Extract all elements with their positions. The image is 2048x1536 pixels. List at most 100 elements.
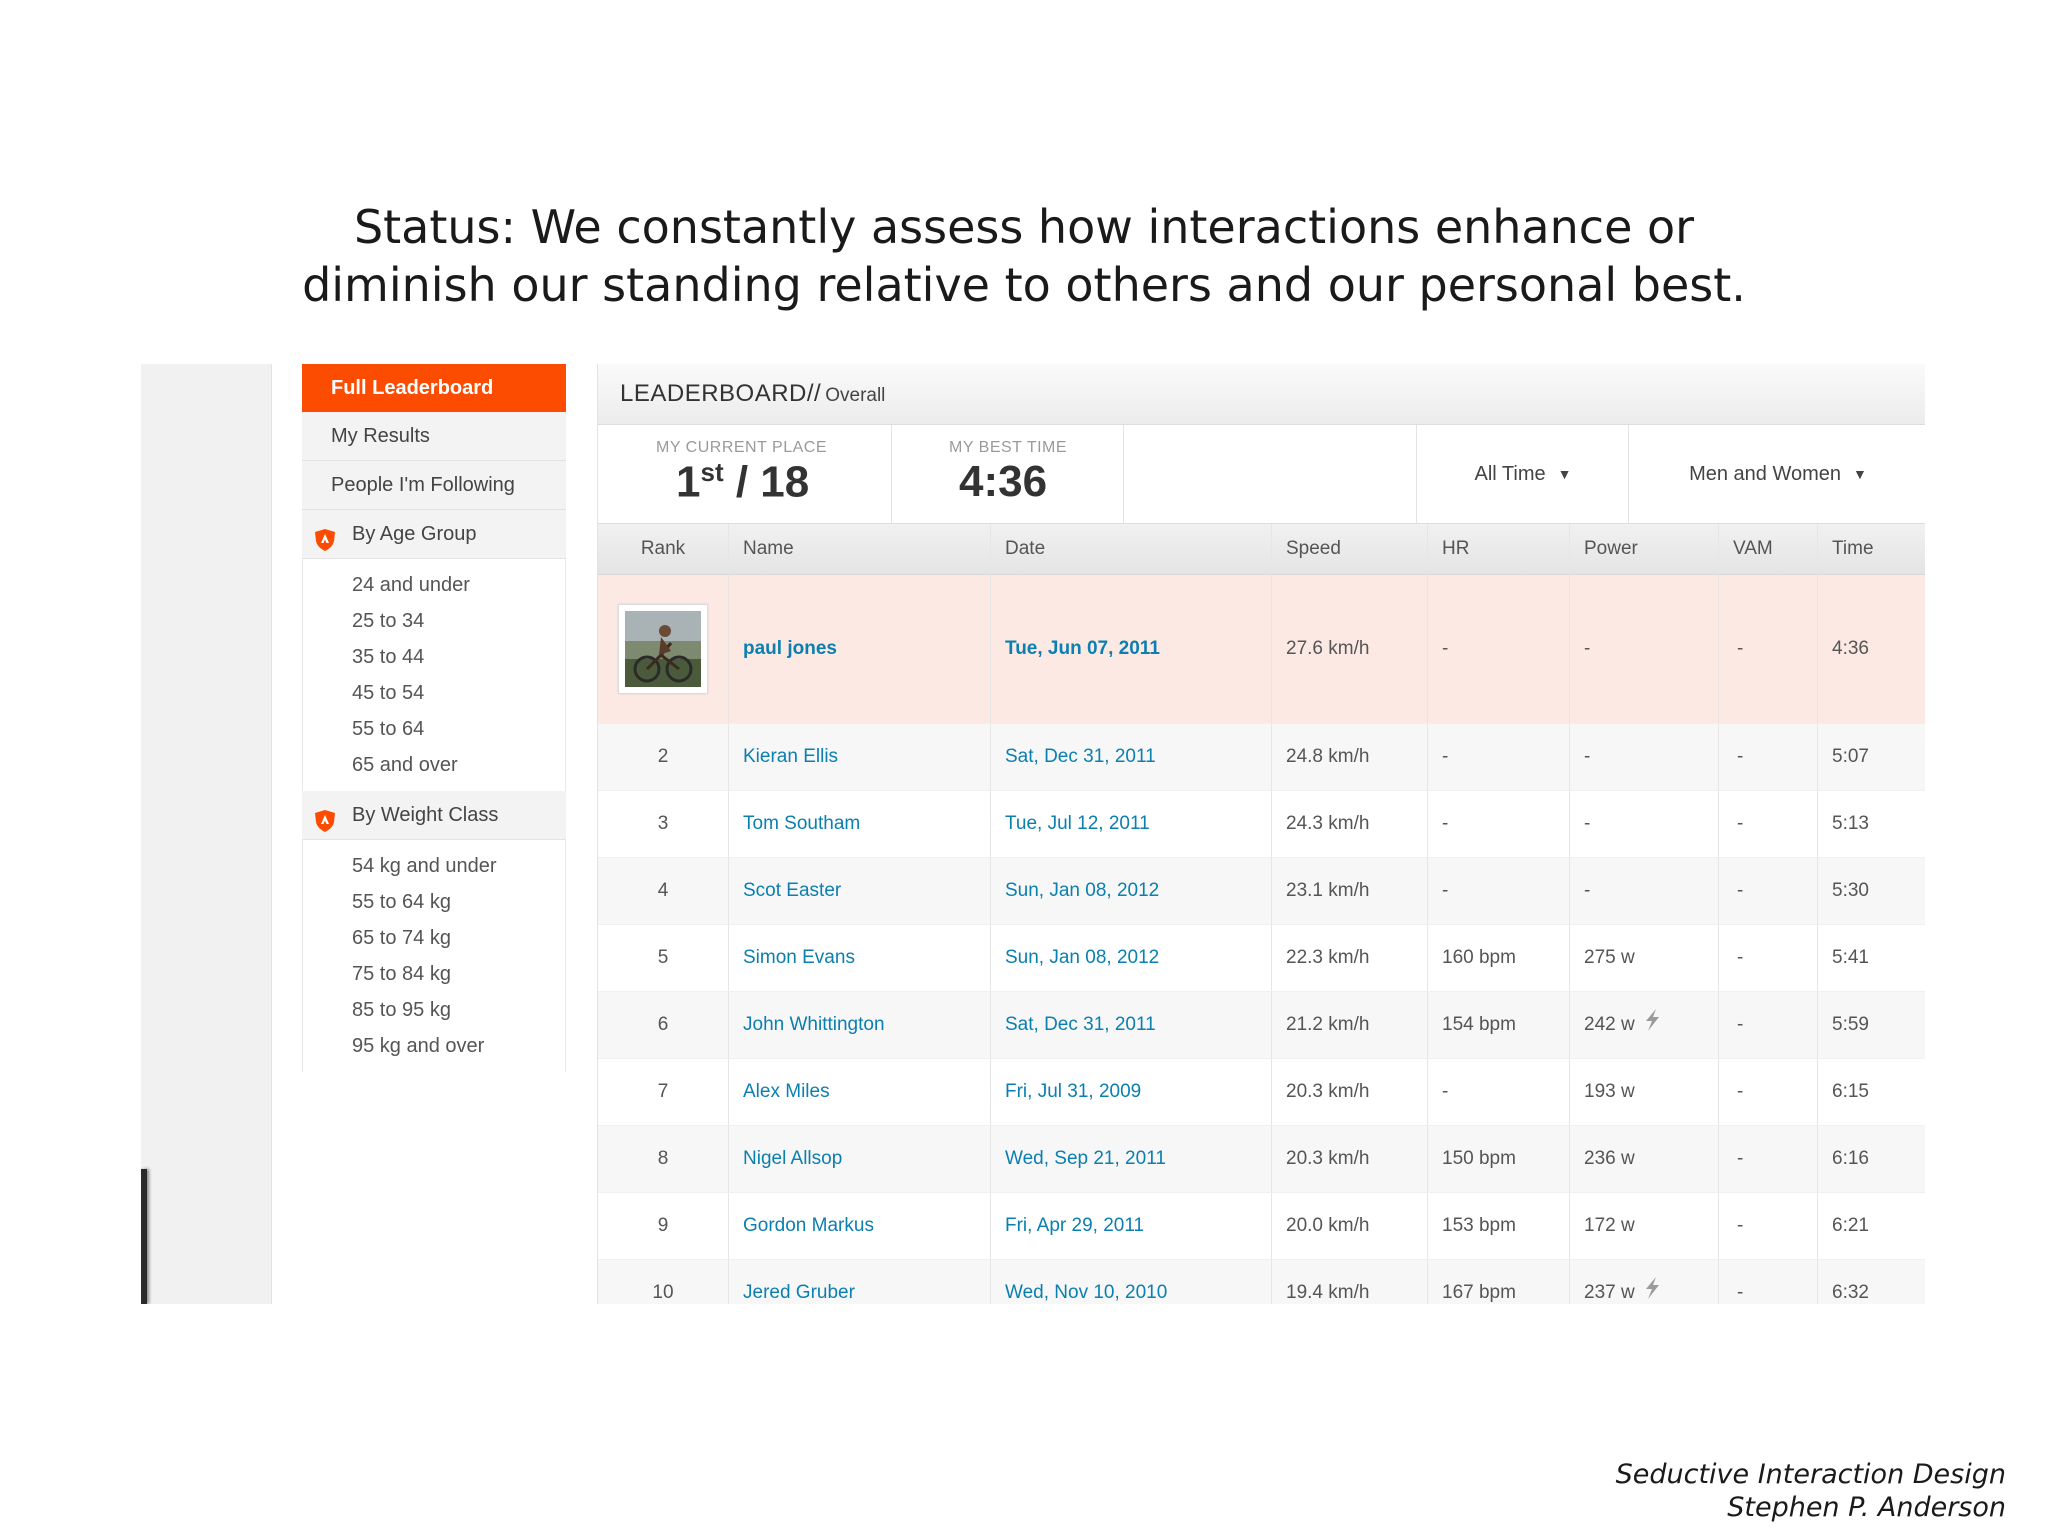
activity-date-link[interactable]: Sat, Dec 31, 2011 [1005,1014,1156,1036]
table-header: Rank Name Date Speed HR Power VAM Time [598,524,1925,575]
athlete-link[interactable]: Nigel Allsop [743,1148,842,1170]
athlete-link[interactable]: Kieran Ellis [743,746,838,768]
rank-cell: 8 [598,1126,729,1192]
weight-option[interactable]: 75 to 84 kg [303,956,565,992]
name-cell: Kieran Ellis [729,724,991,790]
power-value: 275 w [1584,947,1635,968]
speed-cell: 20.0 km/h [1272,1193,1428,1259]
sidebar: Full Leaderboard My Results People I'm F… [302,364,566,1072]
activity-date-link[interactable]: Tue, Jul 12, 2011 [1005,813,1150,835]
stats-bar: MY CURRENT PLACE 1st / 18 MY BEST TIME 4… [598,425,1925,524]
table-row: 10 Jered Gruber Wed, Nov 10, 2010 19.4 km/h… [598,1260,1925,1304]
hr-cell: 160 bpm [1428,925,1570,991]
rank-cell: 10 [598,1260,729,1304]
activity-date-link[interactable]: Tue, Jun 07, 2011 [1005,638,1160,660]
activity-date-link[interactable]: Fri, Apr 29, 2011 [1005,1215,1144,1237]
age-option[interactable]: 55 to 64 [303,711,565,747]
slide-title: Status: We constantly assess how interac… [0,198,2048,314]
sidebar-item-people-following[interactable]: People I'm Following [302,461,566,510]
age-option[interactable]: 24 and under [303,567,565,603]
activity-date-link[interactable]: Sun, Jan 08, 2012 [1005,947,1159,969]
athlete-link[interactable]: Alex Miles [743,1081,830,1103]
gender-filter-dropdown[interactable]: Men and Women ▼ [1628,425,1925,523]
date-cell: Wed, Sep 21, 2011 [991,1126,1272,1192]
power-cell: 193 w [1570,1059,1719,1125]
time-cell: 6:21 [1832,1215,1869,1236]
hr-cell: - [1428,1059,1570,1125]
athlete-link[interactable]: Tom Southam [743,813,860,835]
time-filter-value: All Time [1474,462,1546,485]
weight-option[interactable]: 85 to 95 kg [303,992,565,1028]
age-option[interactable]: 35 to 44 [303,639,565,675]
time-cell: 5:30 [1832,880,1869,901]
age-option[interactable]: 45 to 54 [303,675,565,711]
rank-cell: 9 [598,1193,729,1259]
activity-date-link[interactable]: Wed, Nov 10, 2010 [1005,1282,1167,1304]
date-cell: Fri, Apr 29, 2011 [991,1193,1272,1259]
sidebar-group-age-label: By Age Group [352,523,477,545]
power-cell: - [1570,575,1719,723]
power-cell: - [1570,858,1719,924]
power-value: 172 w [1584,1215,1635,1236]
rank-cell: 6 [598,992,729,1058]
age-option[interactable]: 25 to 34 [303,603,565,639]
table-row: 6 John Whittington Sat, Dec 31, 2011 21.2 k… [598,992,1925,1059]
column-header-rank[interactable]: Rank [598,524,729,574]
column-header-name[interactable]: Name [729,524,991,574]
column-header-vam[interactable]: VAM [1719,524,1818,574]
vam-value: - [1737,1014,1744,1035]
athlete-link[interactable]: Jered Gruber [743,1282,855,1304]
vam-cell: - [1719,858,1818,924]
speed-cell: 22.3 km/h [1272,925,1428,991]
power-value: - [1584,880,1591,901]
time-cell: 5:07 [1832,746,1869,767]
weight-option[interactable]: 55 to 64 kg [303,884,565,920]
panel-handle[interactable] [141,1169,147,1304]
weight-option[interactable]: 65 to 74 kg [303,920,565,956]
time-filter-dropdown[interactable]: All Time ▼ [1416,425,1629,523]
activity-date-link[interactable]: Sat, Dec 31, 2011 [1005,746,1156,768]
date-cell: Sun, Jan 08, 2012 [991,925,1272,991]
activity-date-link[interactable]: Fri, Jul 31, 2009 [1005,1081,1141,1103]
column-header-hr[interactable]: HR [1428,524,1570,574]
hr-cell: 153 bpm [1428,1193,1570,1259]
activity-date-link[interactable]: Wed, Sep 21, 2011 [1005,1148,1166,1170]
column-header-time[interactable]: Time [1818,524,1925,574]
age-option[interactable]: 65 and over [303,747,565,783]
vam-cell: - [1719,1126,1818,1192]
avatar[interactable] [618,604,708,694]
table-row: 4 Scot Easter Sun, Jan 08, 2012 23.1 km/h - -… [598,858,1925,925]
time-cell: 5:41 [1832,947,1869,968]
name-cell: Jered Gruber [729,1260,991,1304]
column-header-date[interactable]: Date [991,524,1272,574]
current-place-rank: 1 [676,457,701,507]
name-cell: Nigel Allsop [729,1126,991,1192]
current-place-stat: MY CURRENT PLACE 1st / 18 [598,425,892,523]
athlete-link[interactable]: John Whittington [743,1014,885,1036]
column-header-speed[interactable]: Speed [1272,524,1428,574]
athlete-link[interactable]: Gordon Markus [743,1215,874,1237]
time-cell: 6:15 [1832,1081,1869,1102]
sidebar-group-age[interactable]: By Age Group [302,510,566,559]
weight-option[interactable]: 95 kg and over [303,1028,565,1064]
column-header-power[interactable]: Power [1570,524,1719,574]
power-value: 193 w [1584,1081,1635,1102]
sidebar-group-weight[interactable]: By Weight Class [302,791,566,840]
name-cell: paul jones [729,575,991,723]
rank-cell [598,575,729,723]
caret-down-icon: ▼ [1557,466,1572,482]
athlete-link[interactable]: Scot Easter [743,880,841,902]
athlete-link[interactable]: Simon Evans [743,947,855,969]
table-row: 5 Simon Evans Sun, Jan 08, 2012 22.3 km/h 16… [598,925,1925,992]
athlete-link[interactable]: paul jones [743,638,837,660]
rank-cell: 7 [598,1059,729,1125]
vam-value: - [1737,638,1744,659]
weight-option[interactable]: 54 kg and under [303,848,565,884]
date-cell: Sat, Dec 31, 2011 [991,724,1272,790]
current-place-value: 1st / 18 [676,457,809,508]
best-time-value: 4:36 [959,457,1048,506]
sidebar-item-my-results[interactable]: My Results [302,412,566,461]
sidebar-item-full-leaderboard[interactable]: Full Leaderboard [302,364,566,412]
activity-date-link[interactable]: Sun, Jan 08, 2012 [1005,880,1159,902]
slide-title-line-1: Status: We constantly assess how interac… [353,200,1695,254]
